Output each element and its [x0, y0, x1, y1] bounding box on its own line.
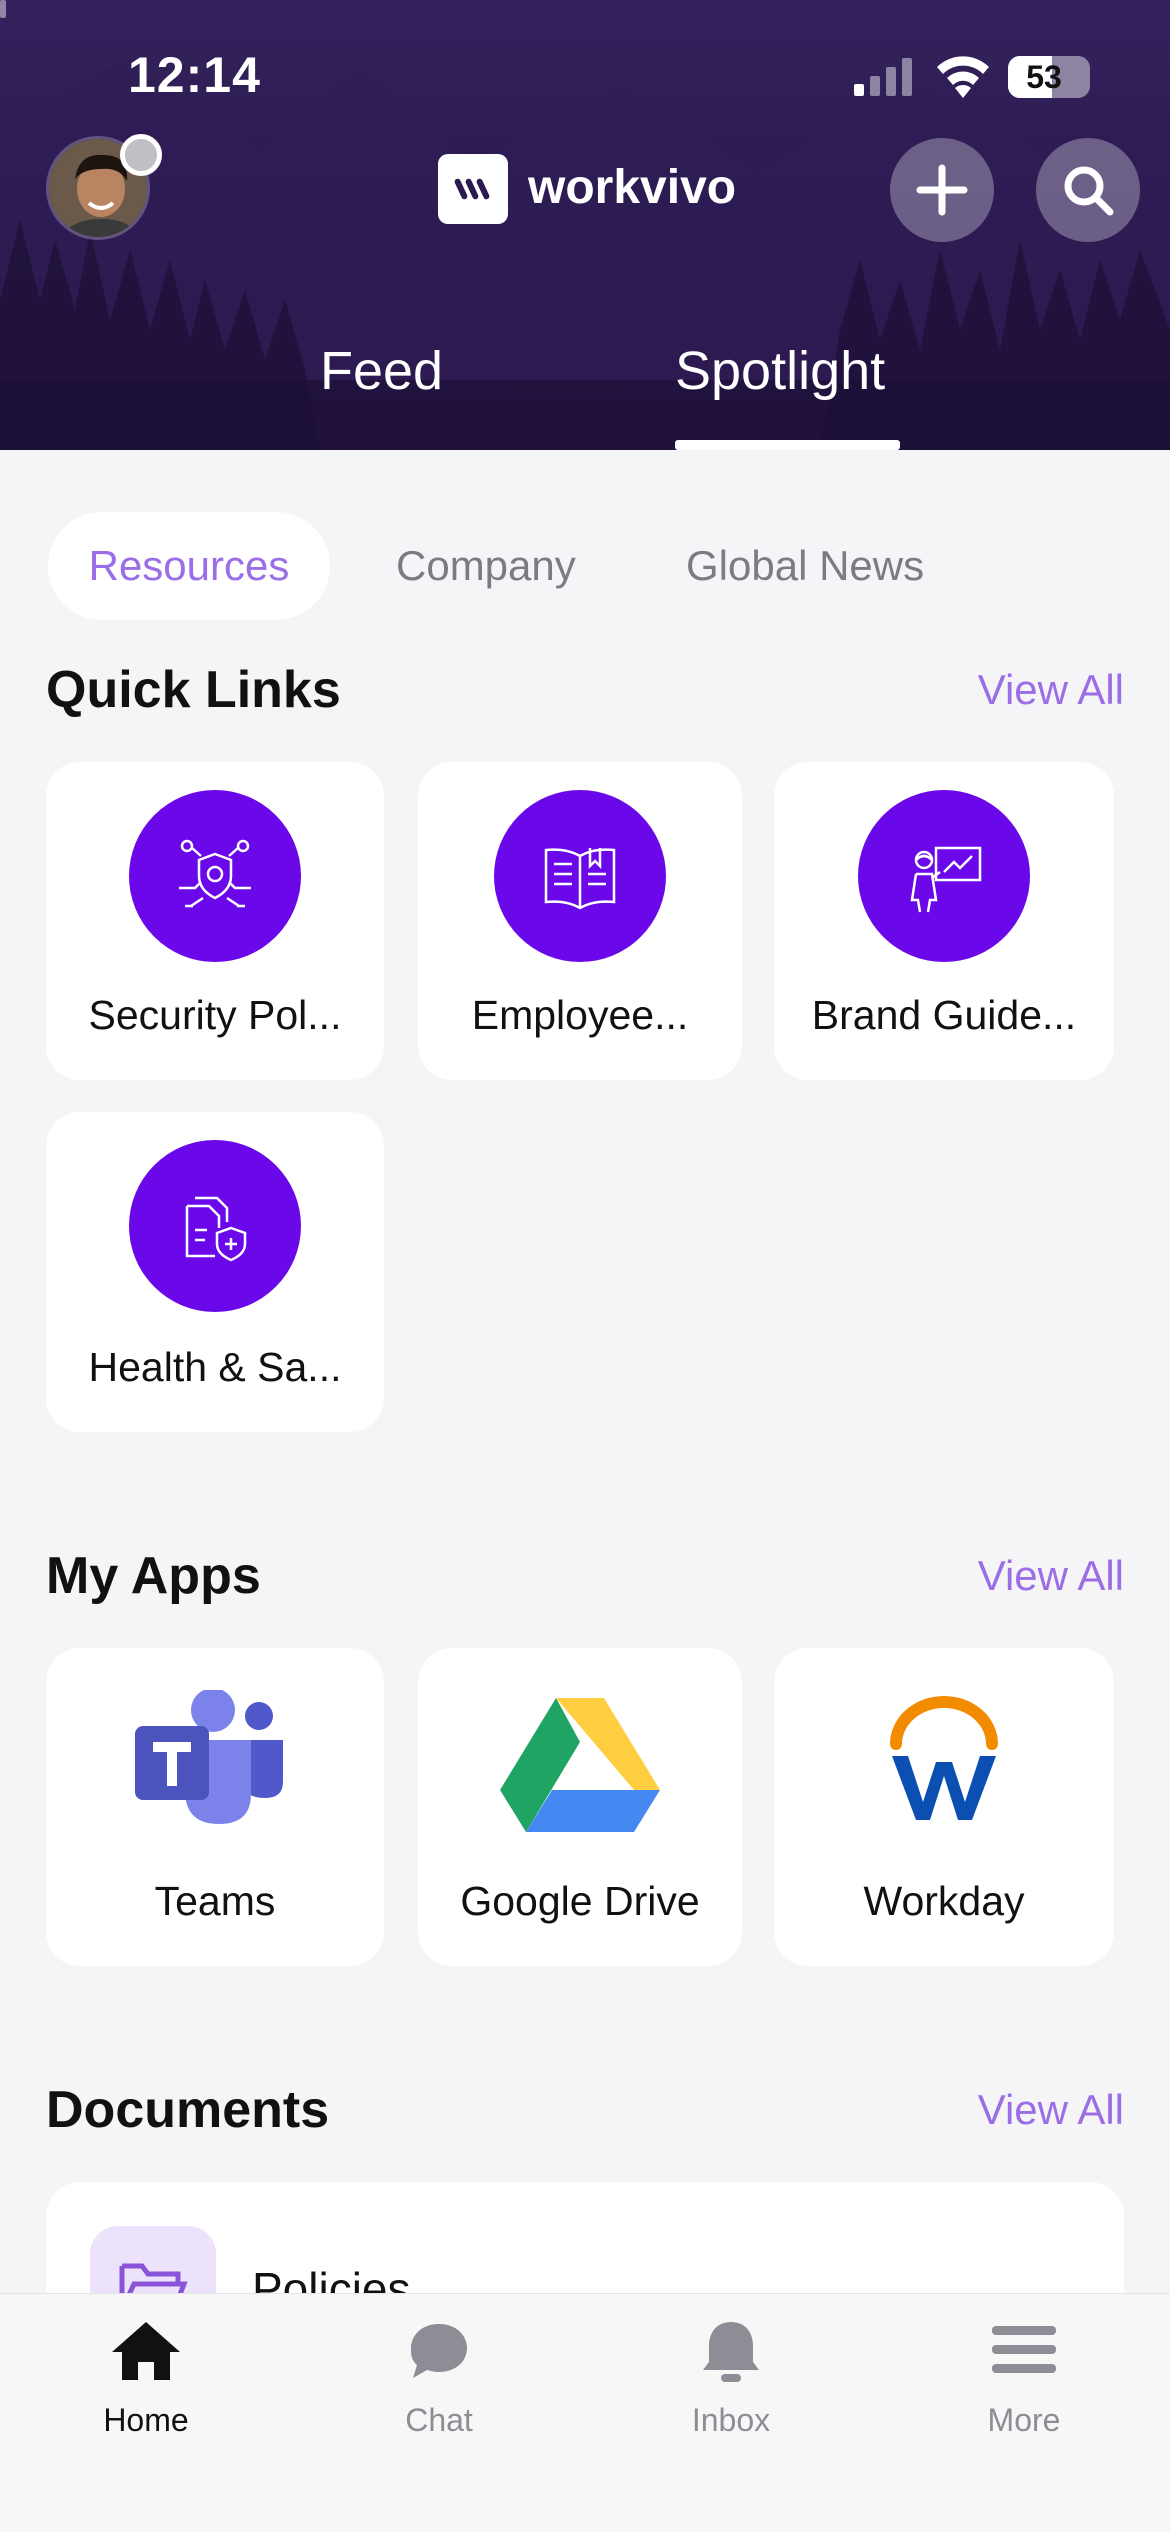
status-time: 12:14 — [128, 47, 261, 103]
teams-icon — [135, 1690, 283, 1824]
menu-icon — [992, 2326, 1056, 2373]
app-label: Google Drive — [460, 1878, 700, 1924]
quick-link-card[interactable]: Security Pol... — [46, 762, 384, 1080]
create-post-button[interactable] — [890, 138, 994, 242]
documents-view-all-link[interactable]: View All — [978, 2086, 1124, 2134]
tab-home[interactable]: Home — [0, 2294, 292, 2444]
tab-chat[interactable]: Chat — [293, 2294, 585, 2444]
security-policy-icon — [129, 790, 301, 962]
battery-indicator: 53 — [1008, 56, 1090, 98]
quick-link-label: Employee... — [471, 992, 689, 1038]
quick-link-label: Security Pol... — [88, 992, 342, 1038]
workday-icon — [890, 1696, 998, 1820]
document-shield-icon — [129, 1140, 301, 1312]
google-drive-icon — [500, 1698, 660, 1832]
active-tab-indicator — [675, 440, 900, 450]
wifi-icon — [937, 56, 989, 98]
search-button[interactable] — [1036, 138, 1140, 242]
quick-link-card[interactable]: Employee... — [418, 762, 742, 1080]
tab-home-label: Home — [103, 2402, 189, 2438]
cellular-signal-icon — [854, 58, 912, 96]
app-label: Workday — [863, 1878, 1025, 1924]
tab-more-label: More — [987, 2402, 1061, 2438]
tab-more[interactable]: More — [878, 2294, 1170, 2444]
tab-feed[interactable]: Feed — [320, 340, 443, 402]
bell-icon — [703, 2322, 759, 2382]
search-icon — [1064, 166, 1114, 216]
segment-resources[interactable]: Resources — [48, 512, 330, 620]
app-card[interactable]: Workday — [774, 1648, 1114, 1966]
presence-status-dot — [120, 134, 162, 176]
bottom-tab-bar: Home Chat Inbox More — [0, 2293, 1170, 2532]
plus-icon — [916, 164, 968, 216]
quick-link-label: Brand Guide... — [811, 992, 1077, 1038]
quick-link-card[interactable]: Health & Sa... — [46, 1112, 384, 1432]
header: 12:14 53 workvivo Feed Spotlight — [0, 0, 1170, 450]
my-apps-view-all-link[interactable]: View All — [978, 1552, 1124, 1600]
brand-name: workvivo — [528, 161, 737, 214]
chat-icon — [411, 2324, 467, 2378]
app-label: Teams — [154, 1878, 276, 1924]
my-apps-title: My Apps — [46, 1547, 261, 1605]
documents-title: Documents — [46, 2081, 330, 2139]
presentation-icon — [858, 790, 1030, 962]
segment-global-news[interactable]: Global News — [686, 512, 924, 620]
tab-spotlight[interactable]: Spotlight — [675, 340, 885, 402]
battery-level: 53 — [1026, 59, 1062, 95]
app-root: 12:14 53 workvivo Feed Spotlight Resourc… — [0, 0, 1170, 2532]
tab-chat-label: Chat — [405, 2402, 473, 2438]
app-card[interactable]: Teams — [46, 1648, 384, 1966]
workvivo-logo-icon — [438, 154, 508, 224]
quick-link-card[interactable]: Brand Guide... — [774, 762, 1114, 1080]
quick-links-view-all-link[interactable]: View All — [978, 666, 1124, 714]
home-icon — [112, 2322, 180, 2380]
quick-link-label: Health & Sa... — [88, 1344, 342, 1390]
tab-inbox[interactable]: Inbox — [585, 2294, 877, 2444]
tab-inbox-label: Inbox — [691, 2402, 771, 2438]
quick-links-title: Quick Links — [46, 661, 341, 719]
book-icon — [494, 790, 666, 962]
app-card[interactable]: Google Drive — [418, 1648, 742, 1966]
segment-company[interactable]: Company — [396, 512, 576, 620]
